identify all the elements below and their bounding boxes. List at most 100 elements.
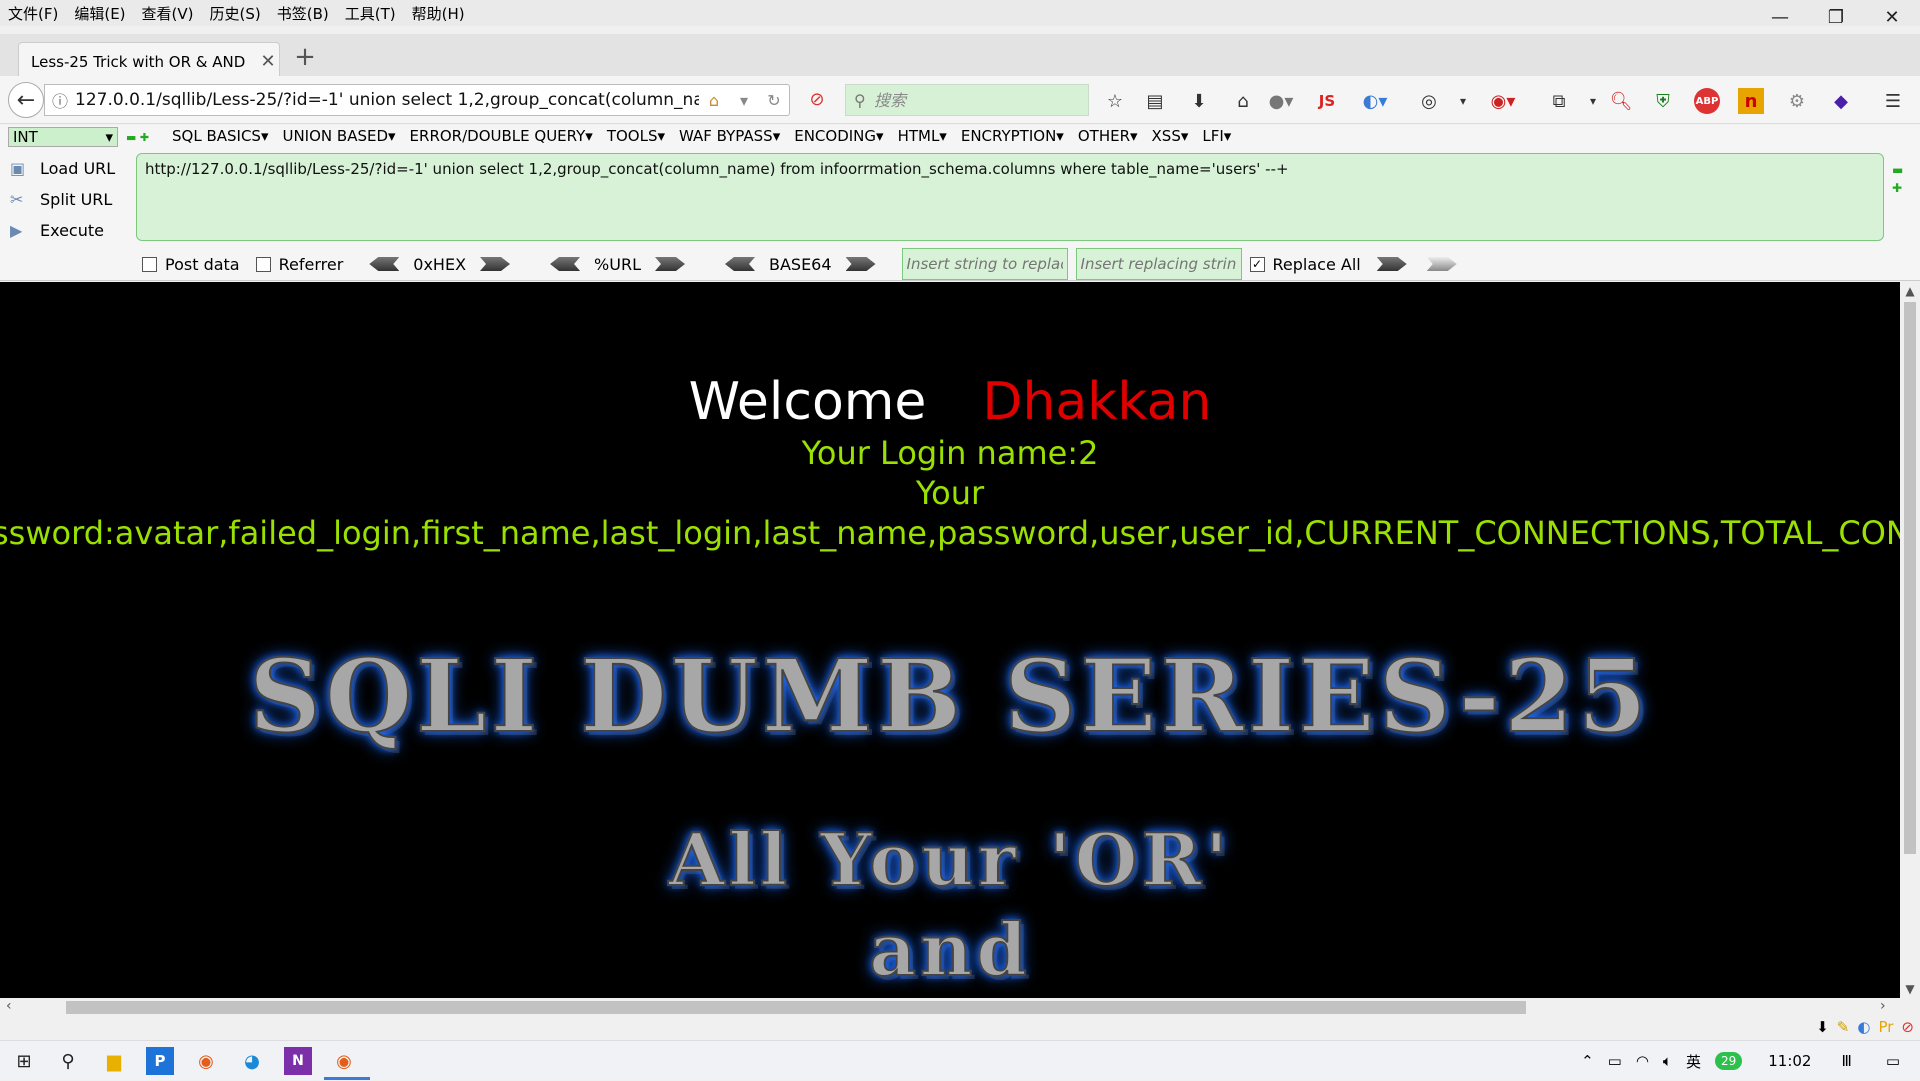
search-input[interactable] [874, 90, 1074, 110]
download-status-icon[interactable]: ⬇ [1816, 1018, 1829, 1036]
replace-right-arrow-icon[interactable] [1426, 257, 1457, 271]
hb-menu-sql-basics[interactable]: SQL BASICS▾ [172, 127, 282, 145]
hex-decode-arrow-icon[interactable] [369, 257, 400, 271]
hb-menu-html[interactable]: HTML▾ [898, 127, 961, 145]
battery-icon[interactable]: ▭ [1608, 1052, 1622, 1070]
volume-icon[interactable]: 🔈︎ [1663, 1052, 1672, 1070]
share-icon[interactable]: ⧉ [1546, 88, 1572, 114]
onenote-icon[interactable]: N [284, 1047, 312, 1075]
base64-decode-arrow-icon[interactable] [724, 257, 755, 271]
url-text[interactable]: 127.0.0.1/sqllib/Less-25/?id=-1' union s… [75, 90, 699, 110]
url-encode-arrow-icon[interactable] [654, 257, 685, 271]
hamburger-menu-icon[interactable]: ☰ [1880, 88, 1906, 114]
p-app-icon[interactable]: P [146, 1047, 174, 1075]
file-explorer-icon[interactable]: ▆ [100, 1047, 128, 1075]
hackbar-resize-icons[interactable]: ▬ ✚ [1892, 161, 1903, 197]
stats-icon[interactable]: Ⅲ [1841, 1052, 1851, 1070]
restore-button[interactable]: ❐ [1808, 0, 1864, 34]
hb-menu-encryption[interactable]: ENCRYPTION▾ [961, 127, 1078, 145]
url-bar[interactable]: ⓘ 127.0.0.1/sqllib/Less-25/?id=-1' union… [44, 84, 790, 116]
hackbar-url-textarea[interactable]: http://127.0.0.1/sqllib/Less-25/?id=-1' … [136, 153, 1884, 241]
n-addon-icon[interactable]: n [1738, 88, 1764, 114]
back-button[interactable]: ← [8, 82, 44, 118]
ime-indicator[interactable]: 英 [1686, 1051, 1701, 1072]
scroll-down-icon[interactable]: ▼ [1900, 982, 1920, 996]
url-decode-arrow-icon[interactable] [550, 257, 581, 271]
notification-icon[interactable]: ▭ [1886, 1052, 1900, 1070]
scroll-right-icon[interactable]: › [1880, 998, 1886, 1014]
diamond-addon-icon[interactable]: ◆ [1828, 88, 1854, 114]
close-window-button[interactable]: ✕ [1864, 0, 1920, 34]
url-dropdown-icon[interactable]: ▾ [729, 91, 759, 110]
new-tab-button[interactable]: + [290, 42, 320, 74]
vertical-scrollbar[interactable]: ▲ ▼ [1900, 282, 1920, 998]
hb-menu-xss[interactable]: XSS▾ [1152, 127, 1203, 145]
horizontal-scroll-thumb[interactable] [66, 1001, 1526, 1014]
hex-encode-arrow-icon[interactable] [480, 257, 511, 271]
load-url-button[interactable]: ▣ Load URL [10, 153, 120, 184]
replace-all-option[interactable]: ✓ Replace All [1249, 255, 1361, 274]
overflow-chevron-icon[interactable]: ▾ [1450, 88, 1476, 114]
replacing-string-input[interactable] [1075, 248, 1242, 280]
replace-string-input[interactable] [901, 248, 1068, 280]
hb-menu-union-based[interactable]: UNION BASED▾ [282, 127, 409, 145]
post-data-option[interactable]: Post data [142, 255, 240, 274]
hackbar-toggle-icon[interactable]: ▬ ✚ [126, 131, 149, 144]
base64-encode-arrow-icon[interactable] [845, 257, 876, 271]
noscript-icon[interactable]: ⊘ [804, 86, 830, 112]
translate-icon[interactable]: ◐▾ [1362, 88, 1388, 114]
referrer-checkbox[interactable] [255, 256, 271, 272]
js-toggle-icon[interactable]: JS [1314, 88, 1340, 114]
wand-icon[interactable]: ✎ [1837, 1018, 1850, 1036]
edge-icon[interactable]: ◕ [238, 1047, 266, 1075]
windows-start-icon[interactable]: ⊞ [10, 1047, 38, 1075]
replace-all-checkbox[interactable]: ✓ [1249, 256, 1265, 272]
block-icon[interactable]: ⊘ [1901, 1018, 1914, 1036]
adblock-icon[interactable]: ABP [1694, 88, 1720, 114]
vertical-scroll-thumb[interactable] [1904, 302, 1916, 854]
sync-icon[interactable]: ◐ [1857, 1018, 1870, 1036]
menu-history[interactable]: 历史(S) [202, 3, 269, 24]
bookmarks-list-icon[interactable]: ▤ [1142, 88, 1168, 114]
tab-close-icon[interactable]: ✕ [257, 51, 279, 72]
palette-icon[interactable]: ◎ [1416, 88, 1442, 114]
int-select[interactable]: INT ▾ [8, 127, 118, 147]
hb-menu-other[interactable]: OTHER▾ [1078, 127, 1152, 145]
post-data-checkbox[interactable] [142, 256, 157, 272]
home-icon[interactable]: ⌂ [1230, 88, 1256, 114]
wifi-icon[interactable]: ◠ [1636, 1052, 1649, 1070]
hb-menu-lfi[interactable]: LFI▾ [1202, 127, 1245, 145]
wechat-badge[interactable]: 29 [1714, 1052, 1743, 1070]
download-icon[interactable]: ⬇ [1186, 88, 1212, 114]
search-bar[interactable]: ⚲ [845, 84, 1089, 116]
menu-file[interactable]: 文件(F) [0, 3, 66, 24]
site-info-icon[interactable]: ⓘ [45, 88, 75, 112]
split-url-button[interactable]: ✂ Split URL [10, 184, 120, 215]
scroll-up-icon[interactable]: ▲ [1900, 284, 1920, 298]
hackbar-icon[interactable]: ◉▾ [1490, 88, 1516, 114]
home-page-icon[interactable]: ⌂ [699, 91, 729, 110]
search-taskbar-icon[interactable]: ⚲ [54, 1047, 82, 1075]
reload-icon[interactable]: ↻ [759, 91, 789, 110]
hb-menu-error-double[interactable]: ERROR/DOUBLE QUERY▾ [410, 127, 607, 145]
referrer-option[interactable]: Referrer [255, 255, 343, 274]
hb-menu-tools[interactable]: TOOLS▾ [607, 127, 679, 145]
menu-tools[interactable]: 工具(T) [337, 3, 404, 24]
execute-button[interactable]: ▶ Execute [10, 215, 120, 246]
horizontal-scrollbar[interactable]: ‹ › [0, 998, 1900, 1016]
menu-edit[interactable]: 编辑(E) [66, 3, 133, 24]
tab-less-25[interactable]: Less-25 Trick with OR & AND ✕ [18, 42, 280, 80]
share-dropdown-icon[interactable]: ▾ [1580, 88, 1606, 114]
clock[interactable]: 11:02 [1768, 1052, 1811, 1070]
replace-left-arrow-icon[interactable] [1376, 257, 1407, 271]
menu-view[interactable]: 查看(V) [134, 3, 202, 24]
pr-icon[interactable]: Pr [1878, 1018, 1893, 1036]
addon-globe-icon[interactable]: ●▾ [1268, 88, 1294, 114]
scroll-left-icon[interactable]: ‹ [6, 998, 12, 1014]
firefox-icon[interactable]: ◉ [192, 1047, 220, 1075]
minimize-button[interactable]: — [1752, 0, 1808, 34]
hb-menu-encoding[interactable]: ENCODING▾ [794, 127, 897, 145]
gear-addon-icon[interactable]: ⚙ [1784, 88, 1810, 114]
menu-bookmarks[interactable]: 书签(B) [269, 3, 337, 24]
menu-help[interactable]: 帮助(H) [404, 3, 473, 24]
